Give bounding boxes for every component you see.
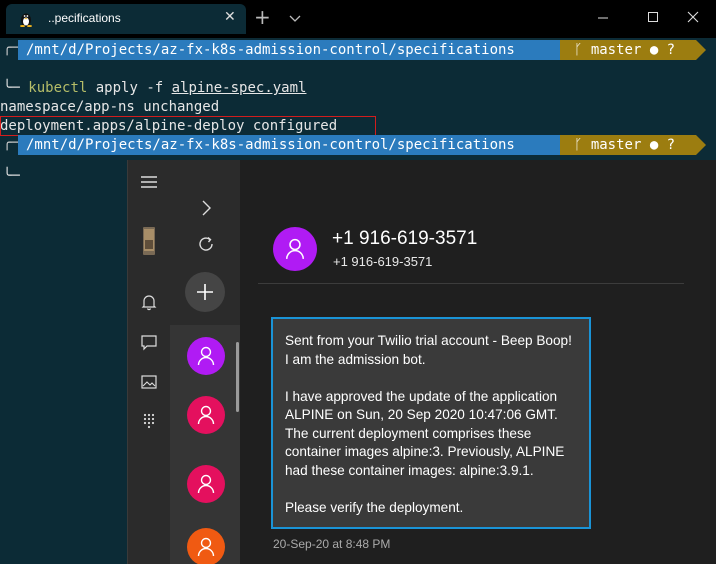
- person-icon: [197, 474, 215, 494]
- contact-avatar: [273, 227, 317, 271]
- conversation-avatar[interactable]: [187, 528, 225, 564]
- message-paragraph: I have approved the update of the applic…: [285, 388, 565, 478]
- phone-app-window: +1 916-619-3571 +1 916-619-3571 Sent fro…: [127, 160, 716, 564]
- refresh-icon[interactable]: [195, 233, 217, 255]
- prompt-line: ╭─ /mnt/d/Projects/az-fx-k8s-admission-c…: [0, 135, 716, 155]
- contact-name: +1 916-619-3571: [332, 228, 478, 249]
- conversation-list-scrollbar[interactable]: [236, 342, 239, 412]
- git-branch-status: ᚴ master ● ?: [560, 135, 706, 155]
- dialpad-icon[interactable]: [139, 411, 159, 431]
- prompt-corner: ╰─: [3, 168, 20, 184]
- bell-icon[interactable]: [139, 292, 159, 312]
- new-message-button[interactable]: [185, 272, 225, 312]
- output-line: namespace/app-ns unchanged: [0, 99, 220, 115]
- message-paragraph: Please verify the deployment.: [285, 499, 464, 515]
- command-name: kubectl: [28, 80, 88, 96]
- add-icon: [197, 284, 213, 300]
- prompt-corner: ╰─: [3, 80, 20, 96]
- message-bubble[interactable]: Sent from your Twilio trial account - Be…: [271, 317, 591, 529]
- message-timestamp: 20-Sep-20 at 8:48 PM: [273, 537, 391, 551]
- highlight-box: [0, 116, 376, 136]
- command-file: alpine-spec.yaml: [171, 80, 307, 96]
- photo-icon[interactable]: [139, 372, 159, 392]
- contact-number: +1 916-619-3571: [333, 254, 433, 269]
- command-args: apply -f: [87, 80, 172, 96]
- prompt-path: /mnt/d/Projects/az-fx-k8s-admission-cont…: [18, 40, 570, 60]
- person-icon: [197, 346, 215, 366]
- chevron-right-icon[interactable]: [199, 198, 213, 218]
- prompt-path: /mnt/d/Projects/az-fx-k8s-admission-cont…: [18, 135, 570, 155]
- person-icon: [197, 405, 215, 425]
- terminal-tab[interactable]: ..pecifications ✕: [6, 4, 246, 34]
- git-branch-status: ᚴ master ● ?: [560, 40, 706, 60]
- phone-thumbnail-icon[interactable]: [139, 226, 159, 256]
- prompt-line: ╭─ /mnt/d/Projects/az-fx-k8s-admission-c…: [0, 40, 716, 60]
- conversation-avatar[interactable]: [187, 396, 225, 434]
- conversation-avatar[interactable]: [187, 337, 225, 375]
- message-paragraph: Sent from your Twilio trial account - Be…: [285, 333, 572, 367]
- minimize-icon[interactable]: [580, 4, 626, 32]
- conversation-avatar[interactable]: [187, 465, 225, 503]
- chevron-down-icon[interactable]: [288, 8, 302, 28]
- new-tab-button[interactable]: +: [254, 6, 271, 28]
- tab-title: ..pecifications: [48, 11, 121, 25]
- person-icon: [285, 238, 305, 259]
- chat-icon[interactable]: [139, 332, 159, 352]
- hamburger-icon[interactable]: [139, 172, 159, 192]
- close-icon[interactable]: [670, 4, 716, 32]
- terminal-titlebar: ..pecifications ✕ +: [0, 0, 716, 38]
- nav-rail: [128, 160, 170, 564]
- divider: [258, 283, 684, 284]
- linux-icon: [20, 13, 32, 27]
- person-icon: [197, 537, 215, 557]
- command-line: ╰─ kubectl apply -f alpine-spec.yaml: [3, 78, 306, 98]
- tab-close-icon[interactable]: ✕: [224, 9, 236, 25]
